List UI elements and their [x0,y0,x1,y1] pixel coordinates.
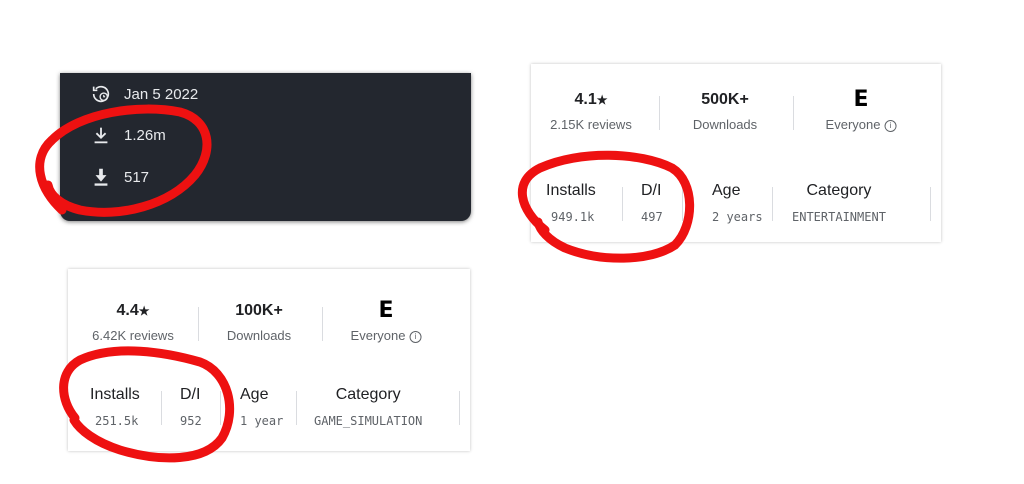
rating-value: 4.4 [116,302,139,319]
rating-stat: 4.1★ 2.15K reviews [550,90,632,134]
metric-value: 952 [180,414,202,428]
metric-value: 2 years [712,210,763,224]
divider [930,187,931,221]
downloads-value: 100K+ [235,302,283,319]
metric-value: 497 [641,210,663,224]
reviews-count: 6.42K reviews [92,328,174,343]
app-stats-card-bottom: 4.4★ 6.42K reviews 100K+ Downloads E Eve… [68,269,470,451]
downloads-stat: 100K+ Downloads [227,301,291,345]
star-icon: ★ [596,93,608,107]
release-date-row: Jan 5 2022 [90,83,198,105]
metric-label: Installs [90,386,140,403]
app-stats-card-top: 4.1★ 2.15K reviews 500K+ Downloads E Eve… [531,64,941,242]
daily-downloads-row: 517 [90,166,149,188]
content-rating-stat: E Everyone i [825,87,897,134]
downloads-label: Downloads [226,328,292,343]
metric-label: Age [240,386,269,403]
metric-value: 949.1k [551,210,595,224]
metric-value: ENTERTAINMENT [792,210,886,224]
metric-di: D/I 497 [641,181,663,225]
downloads-label: Downloads [692,117,758,132]
metric-label: Age [712,182,741,199]
metric-installs: Installs 949.1k [546,181,596,225]
total-downloads-row: 1.26m [90,124,166,146]
divider [296,391,297,425]
content-rating-stat: E Everyone i [350,298,422,345]
metric-label: Installs [546,182,596,199]
metric-category: Category GAME_SIMULATION [314,385,422,429]
info-icon[interactable]: i [884,119,897,132]
downloads-value: 500K+ [701,91,749,108]
content-rating-label: Everyone [350,328,406,343]
content-rating-label: Everyone [825,117,881,132]
metric-age: Age 1 year [240,385,283,429]
download-icon [94,127,108,144]
release-date: Jan 5 2022 [124,85,199,103]
star-icon: ★ [138,304,150,318]
esrb-everyone-icon: E [853,87,869,112]
metric-age: Age 2 years [712,181,763,225]
dark-stats-panel: Jan 5 2022 1.26m 517 [60,73,471,221]
divider [622,187,623,221]
metric-label: D/I [641,182,662,199]
metric-value: GAME_SIMULATION [314,414,423,428]
esrb-everyone-icon: E [378,298,394,323]
divider [198,307,199,341]
downloads-stat: 500K+ Downloads [693,90,757,134]
info-icon[interactable]: i [409,330,422,343]
metric-value: 251.5k [95,414,139,428]
divider [161,391,162,425]
total-downloads: 1.26m [124,126,166,144]
metric-label: D/I [180,386,201,403]
reviews-count: 2.15K reviews [550,117,632,132]
divider [682,187,683,221]
rating-stat: 4.4★ 6.42K reviews [92,301,174,345]
download-filled-icon [94,168,108,186]
divider [793,96,794,130]
metric-label: Category [335,386,401,403]
metric-category: Category ENTERTAINMENT [792,181,886,225]
metric-label: Category [806,182,872,199]
divider [772,187,773,221]
divider [322,307,323,341]
metric-di: D/I 952 [180,385,202,429]
divider [659,96,660,130]
divider [459,391,460,425]
divider [220,391,221,425]
daily-downloads: 517 [124,168,150,186]
metric-value: 1 year [240,414,284,428]
metric-installs: Installs 251.5k [90,385,140,429]
rating-value: 4.1 [574,91,597,108]
history-clock-icon [92,85,110,103]
